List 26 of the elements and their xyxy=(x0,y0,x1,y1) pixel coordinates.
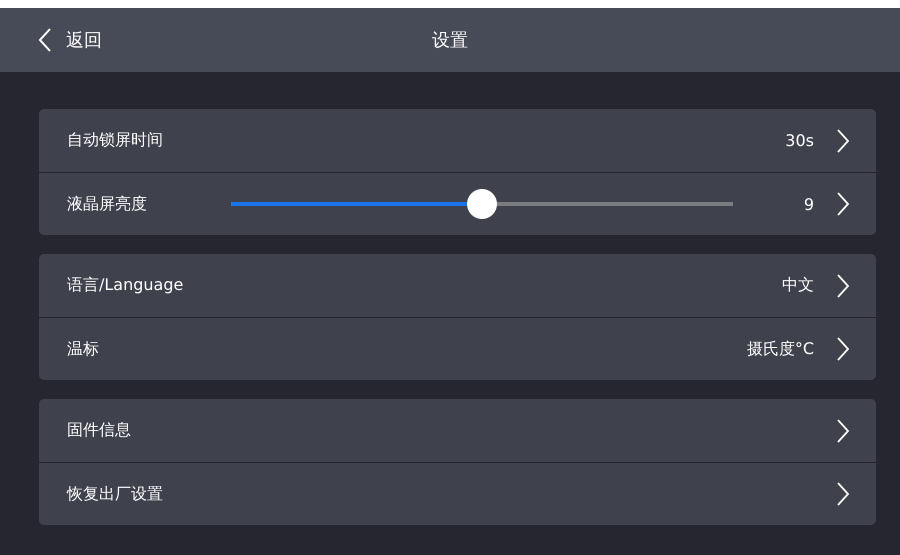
settings-row[interactable]: 固件信息 xyxy=(39,399,876,462)
setting-label: 液晶屏亮度 xyxy=(67,194,148,214)
settings-row[interactable]: 语言/Language 中文 xyxy=(39,254,876,317)
setting-label: 自动锁屏时间 xyxy=(67,130,164,151)
chevron-right-icon xyxy=(836,272,850,298)
setting-value: 30s xyxy=(785,131,814,150)
back-button[interactable]: 返回 xyxy=(0,27,102,53)
settings-row[interactable]: 恢复出厂设置 xyxy=(39,462,876,525)
setting-value: 中文 xyxy=(782,275,814,296)
setting-label: 温标 xyxy=(67,338,100,360)
page-title: 设置 xyxy=(432,29,468,52)
chevron-right-icon xyxy=(836,128,850,154)
setting-value: 摄氏度°C xyxy=(746,338,814,360)
chevron-right-icon xyxy=(836,191,850,217)
setting-label: 语言/Language xyxy=(67,275,184,296)
setting-label: 恢复出厂设置 xyxy=(67,484,164,504)
settings-row[interactable]: 温标 摄氏度°C xyxy=(39,317,876,380)
chevron-right-icon xyxy=(836,336,850,362)
setting-value: 9 xyxy=(804,194,814,214)
chevron-left-icon xyxy=(38,27,52,53)
chevron-right-icon xyxy=(836,418,850,444)
settings-row[interactable]: 液晶屏亮度 9 xyxy=(39,172,876,235)
chevron-right-icon xyxy=(836,481,850,507)
slider-thumb[interactable] xyxy=(467,189,497,219)
setting-label: 固件信息 xyxy=(67,420,132,441)
settings-row[interactable]: 自动锁屏时间 30s xyxy=(39,109,876,172)
